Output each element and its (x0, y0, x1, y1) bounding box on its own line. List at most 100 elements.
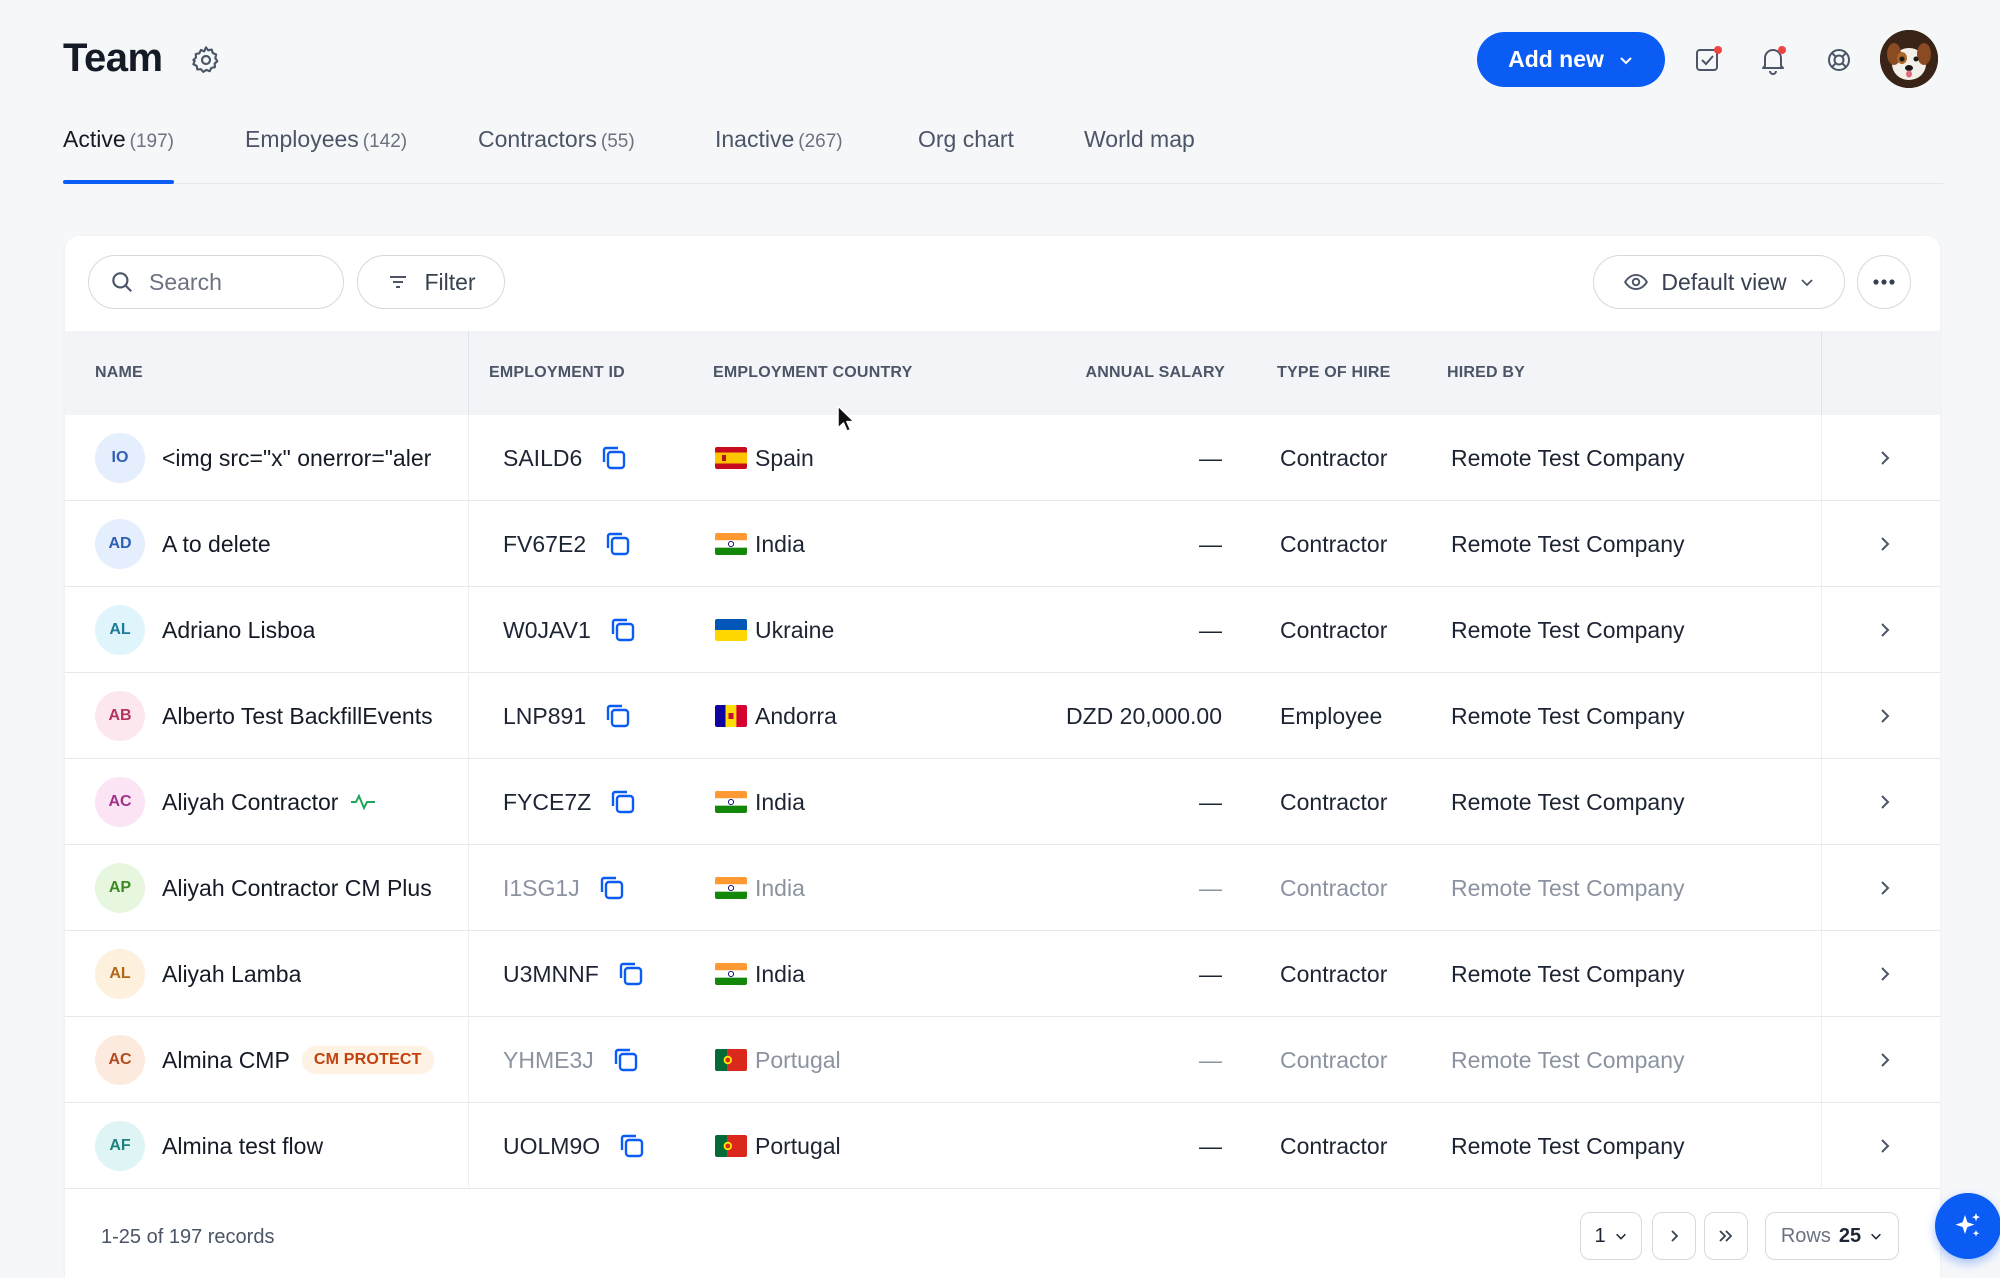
activity-icon (351, 793, 376, 811)
tasks-icon[interactable] (1690, 42, 1726, 78)
table-row[interactable]: AP Aliyah Contractor CM Plus I1SG1J India — C… (65, 845, 1940, 931)
copy-icon[interactable] (616, 1130, 648, 1162)
table-row[interactable]: AC Aliyah Contractor FYCE7Z India — Contracto… (65, 759, 1940, 845)
employment-id-cell: LNP891 (503, 673, 634, 759)
table-row[interactable]: AD A to delete FV67E2 India — Contractor Remot… (65, 501, 1940, 587)
employment-id-cell: FV67E2 (503, 501, 634, 587)
annual-salary: — (1199, 1133, 1222, 1159)
help-lifebuoy-icon[interactable] (1821, 42, 1857, 78)
employment-id-cell: W0JAV1 (503, 587, 639, 673)
copy-icon[interactable] (598, 442, 630, 474)
employee-name[interactable]: Adriano Lisboa (162, 617, 315, 644)
tab-contractors[interactable]: Contractors (55) (478, 126, 635, 184)
table-row[interactable]: AB Alberto Test BackfillEvents LNP891 Andor… (65, 673, 1940, 759)
column-header-hired-by[interactable]: HIRED BY (1447, 331, 1525, 415)
country-name: Andorra (755, 702, 837, 729)
column-header-name[interactable]: NAME (95, 331, 143, 415)
filter-label: Filter (424, 268, 476, 295)
tab-employees[interactable]: Employees (142) (245, 126, 407, 184)
column-divider (1821, 673, 1822, 759)
type-of-hire: Contractor (1280, 1133, 1388, 1159)
table-row[interactable]: AC Almina CMP CM PROTECT YHME3J Portugal — Con… (65, 1017, 1940, 1103)
chevron-right-icon[interactable] (1871, 960, 1899, 988)
copy-icon[interactable] (615, 958, 647, 990)
default-view-select[interactable]: Default view (1593, 255, 1845, 309)
country-name: India (755, 788, 805, 815)
add-new-button[interactable]: Add new (1477, 32, 1665, 87)
name-cell: A to delete (162, 501, 271, 587)
search-icon (112, 272, 132, 292)
chevron-right-icon[interactable] (1871, 1132, 1899, 1160)
view-label: Default view (1661, 268, 1787, 295)
employee-name[interactable]: A to delete (162, 531, 271, 558)
type-of-hire: Contractor (1280, 789, 1388, 815)
ai-assistant-button[interactable] (1935, 1193, 2000, 1259)
flag-icon (715, 619, 747, 641)
page-select[interactable]: 1 (1580, 1212, 1642, 1260)
chevron-right-icon[interactable] (1871, 788, 1899, 816)
copy-icon[interactable] (607, 614, 639, 646)
tab-org-chart[interactable]: Org chart (918, 126, 1014, 184)
hired-by: Remote Test Company (1451, 875, 1685, 901)
hired-by: Remote Test Company (1451, 531, 1685, 557)
tab-world-map[interactable]: World map (1084, 126, 1195, 184)
chevron-right-icon[interactable] (1871, 444, 1899, 472)
chevron-down-icon (1620, 56, 1632, 64)
country-name: Ukraine (755, 616, 835, 643)
employee-name[interactable]: Alberto Test BackfillEvents (162, 703, 433, 730)
employment-id-cell: I1SG1J (503, 845, 628, 931)
employee-name[interactable]: Aliyah Contractor CM Plus (162, 875, 432, 902)
name-cell: Alberto Test BackfillEvents (162, 673, 433, 759)
employee-name[interactable]: Aliyah Contractor (162, 789, 338, 816)
bell-icon[interactable] (1755, 42, 1791, 78)
chevron-right-icon[interactable] (1871, 874, 1899, 902)
copy-icon[interactable] (607, 786, 639, 818)
name-cell: <img src="x" onerror="aler (162, 415, 431, 501)
chevron-right-icon[interactable] (1871, 702, 1899, 730)
copy-icon[interactable] (602, 528, 634, 560)
next-page-button[interactable] (1652, 1212, 1696, 1260)
search-box[interactable] (88, 255, 344, 309)
copy-icon[interactable] (602, 700, 634, 732)
employee-name[interactable]: Aliyah Lamba (162, 961, 301, 988)
employee-name[interactable]: Almina CMP (162, 1047, 290, 1074)
last-page-button[interactable] (1704, 1212, 1748, 1260)
copy-icon[interactable] (596, 872, 628, 904)
column-header-employment-country[interactable]: EMPLOYMENT COUNTRY (713, 331, 912, 415)
employment-country-cell: India (715, 931, 805, 1017)
employee-name[interactable]: <img src="x" onerror="aler (162, 445, 431, 472)
more-options-button[interactable] (1857, 255, 1911, 309)
chevron-right-icon[interactable] (1871, 530, 1899, 558)
table-row[interactable]: AL Adriano Lisboa W0JAV1 Ukraine — Contractor… (65, 587, 1940, 673)
tab-label: Employees (245, 126, 359, 152)
tab-inactive[interactable]: Inactive (267) (715, 126, 843, 184)
annual-salary: — (1199, 531, 1222, 557)
column-divider (1821, 931, 1822, 1017)
name-cell: Aliyah Contractor CM Plus (162, 845, 432, 931)
name-cell: Aliyah Lamba (162, 931, 301, 1017)
records-count: 1-25 of 197 records (101, 1226, 275, 1248)
chevron-right-icon[interactable] (1871, 616, 1899, 644)
status-badge: CM PROTECT (301, 1046, 434, 1074)
column-header-type-of-hire[interactable]: TYPE OF HIRE (1277, 331, 1391, 415)
column-header-employment-id[interactable]: EMPLOYMENT ID (489, 331, 625, 415)
column-header-annual-salary[interactable]: ANNUAL SALARY (1025, 331, 1225, 415)
table-row[interactable]: AF Almina test flow UOLM9O Portugal — Contrac… (65, 1103, 1940, 1189)
gear-icon[interactable] (190, 44, 222, 76)
country-name: India (755, 874, 805, 901)
tab-active[interactable]: Active (197) (63, 126, 174, 184)
table-row[interactable]: AL Aliyah Lamba U3MNNF India — Contractor Remo… (65, 931, 1940, 1017)
copy-icon[interactable] (610, 1044, 642, 1076)
user-avatar[interactable] (1880, 30, 1938, 88)
filter-button[interactable]: Filter (357, 255, 505, 309)
employee-name[interactable]: Almina test flow (162, 1133, 323, 1160)
chevron-right-icon[interactable] (1871, 1046, 1899, 1074)
type-of-hire: Contractor (1280, 617, 1388, 643)
table-row[interactable]: IO <img src="x" onerror="aler SAILD6 Spain —… (65, 415, 1940, 501)
add-new-label: Add new (1508, 46, 1604, 72)
employment-id: YHME3J (503, 1046, 594, 1073)
annual-salary: DZD 20,000.00 (1066, 703, 1222, 729)
search-input[interactable] (149, 268, 319, 296)
employment-id: FV67E2 (503, 530, 587, 557)
rows-per-page-select[interactable]: Rows 25 (1765, 1212, 1899, 1260)
